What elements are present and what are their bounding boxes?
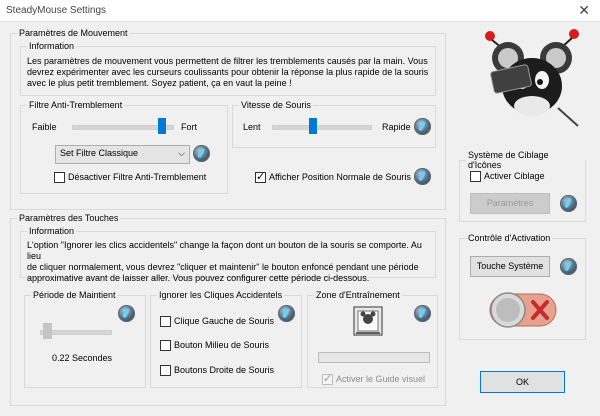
visual-guide-checkbox[interactable]: [322, 372, 333, 385]
window-title: SteadyMouse Settings: [6, 5, 107, 16]
training-help-icon[interactable]: [414, 305, 431, 322]
movement-info-text: Les paramètres de mouvement vous permett…: [27, 56, 429, 88]
ignore-middle-click-label: Bouton Milieu de Souris: [174, 340, 270, 350]
chevron-down-icon: ⌵: [178, 148, 185, 158]
mouse-trap-icon[interactable]: [350, 302, 386, 338]
show-normal-help-icon[interactable]: [414, 168, 431, 185]
hold-help-icon[interactable]: [118, 305, 135, 322]
filter-help-icon[interactable]: [193, 145, 210, 162]
show-normal-position-label: Afficher Position Normale de Souris: [269, 172, 411, 182]
ok-button[interactable]: OK: [480, 371, 565, 393]
speed-help-icon[interactable]: [414, 118, 431, 135]
close-icon[interactable]: ✕: [578, 2, 590, 19]
hold-period-legend: Période de Maintient: [33, 290, 116, 300]
visual-guide-label: Activer le Guide visuel: [336, 374, 426, 384]
filter-preset-select[interactable]: Set Filtre Classique ⌵: [55, 145, 190, 164]
speed-slider-thumb[interactable]: [308, 118, 317, 134]
ignore-clicks-legend: Ignorer les Cliques Accidentels: [159, 290, 283, 300]
steadymouse-logo: [478, 26, 582, 130]
disable-filter-checkbox[interactable]: [54, 172, 65, 183]
enable-targeting-label: Activer Ciblage: [484, 171, 545, 181]
buttons-info-legend: Information: [29, 226, 75, 236]
buttons-settings-legend: Paramètres des Touches: [19, 213, 119, 223]
system-hotkey-button[interactable]: Touche Système: [470, 256, 550, 277]
targeting-settings-button[interactable]: Paramètres: [470, 193, 550, 214]
filter-preset-value: Set Filtre Classique: [60, 148, 139, 158]
speed-max-label: Rapide: [382, 122, 411, 132]
enable-targeting-checkbox[interactable]: [470, 171, 481, 182]
ignore-right-click-label: Boutons Droite de Souris: [174, 365, 275, 375]
training-zone-legend: Zone d'Entraînement: [316, 290, 400, 300]
activation-legend: Contrôle d'Activation: [468, 233, 551, 243]
disable-filter-label: Désactiver Filtre Anti-Tremblement: [68, 172, 207, 182]
ignore-middle-click-checkbox[interactable]: [160, 340, 171, 351]
show-normal-position-checkbox[interactable]: [255, 170, 266, 183]
speed-slider-track[interactable]: [272, 125, 372, 130]
ignore-clicks-help-icon[interactable]: [278, 305, 295, 322]
speed-min-label: Lent: [243, 122, 261, 132]
title-bar: SteadyMouse Settings ✕: [0, 0, 600, 22]
activation-toggle[interactable]: [488, 290, 558, 330]
hold-slider-thumb[interactable]: [43, 323, 53, 339]
targeting-help-icon[interactable]: [560, 195, 577, 212]
ignore-left-click-label: Clique Gauche de Souris: [174, 316, 275, 326]
filter-min-label: Faible: [32, 122, 57, 132]
training-progress-bar: [318, 352, 430, 363]
activation-help-icon[interactable]: [560, 258, 577, 275]
speed-legend: Vitesse de Souris: [241, 100, 311, 110]
filter-legend: Filtre Anti-Tremblement: [29, 100, 123, 110]
hold-value-text: 0.22 Secondes: [52, 353, 113, 363]
filter-max-label: Fort: [181, 122, 198, 132]
targeting-legend: Système de Ciblage d'Icônes: [468, 150, 549, 170]
movement-info-legend: Information: [29, 41, 75, 51]
movement-settings-legend: Paramètres de Mouvement: [19, 28, 128, 38]
ignore-right-click-checkbox[interactable]: [160, 365, 171, 376]
ignore-left-click-checkbox[interactable]: [160, 316, 171, 327]
buttons-info-text: L'option "Ignorer les clics accidentels"…: [27, 240, 422, 283]
filter-slider-thumb[interactable]: [158, 118, 167, 134]
